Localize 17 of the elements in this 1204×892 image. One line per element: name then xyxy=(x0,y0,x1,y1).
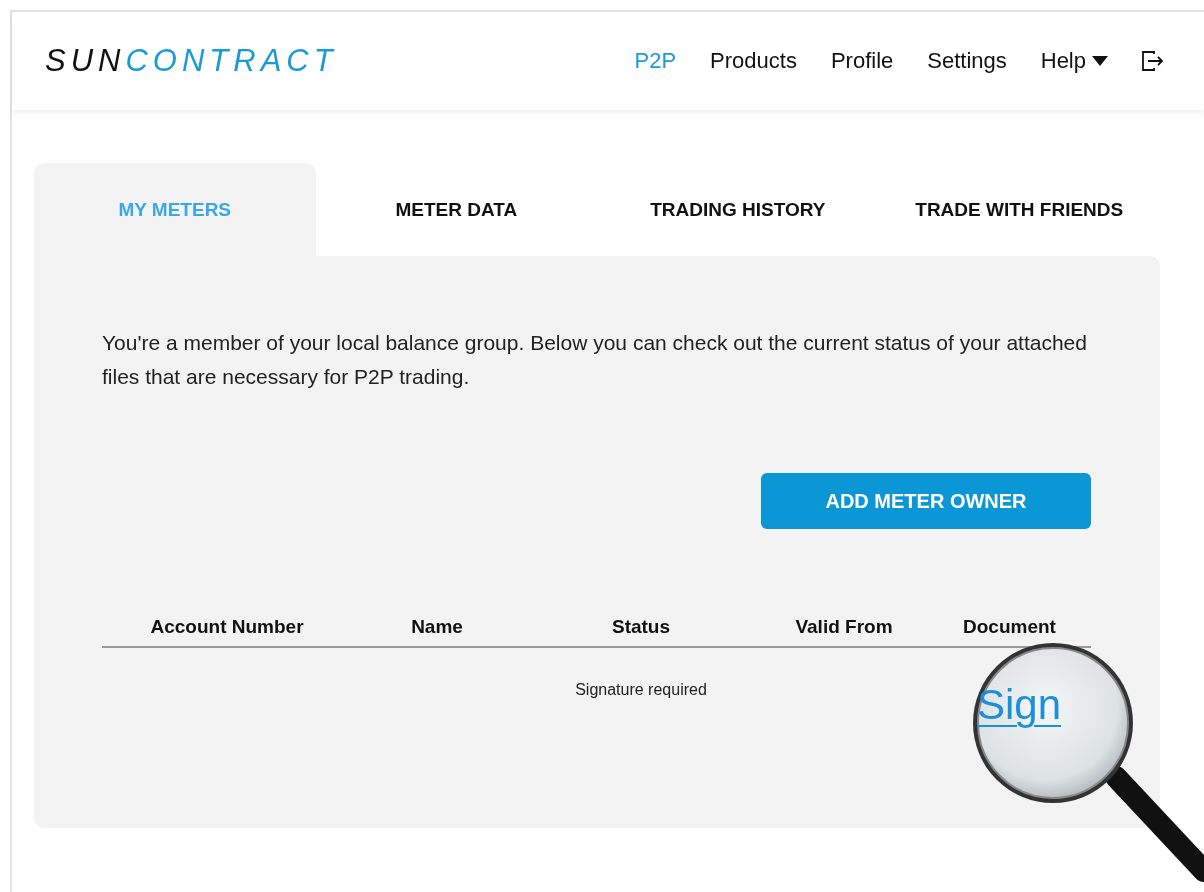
intro-text: You're a member of your local balance group. Below you can check out the current status of your attached files that are necessary for P2P trading. xyxy=(102,330,1088,390)
caret-icon xyxy=(1092,56,1108,66)
column-header: Name xyxy=(410,616,464,638)
nav-dropdown[interactable]: Help xyxy=(1040,48,1108,74)
nav-link[interactable]: Profile xyxy=(830,48,894,74)
tab[interactable]: TRADE WITH FRIENDS xyxy=(878,163,1160,256)
tab[interactable]: TRADING HISTORY xyxy=(597,163,879,256)
logo: SUNCONTRACT xyxy=(45,43,338,79)
status-cell-text: Signature required xyxy=(574,681,708,699)
nav-link[interactable]: Settings xyxy=(927,48,1007,74)
column-header: Account Number xyxy=(149,616,305,638)
column-header: Status xyxy=(610,616,672,638)
column-header: Valid From xyxy=(794,616,894,638)
tab[interactable]: METER DATA xyxy=(315,163,597,256)
logout-icon[interactable] xyxy=(1142,51,1164,71)
nav-link[interactable]: Products xyxy=(710,48,797,74)
column-header: Document xyxy=(962,616,1057,638)
